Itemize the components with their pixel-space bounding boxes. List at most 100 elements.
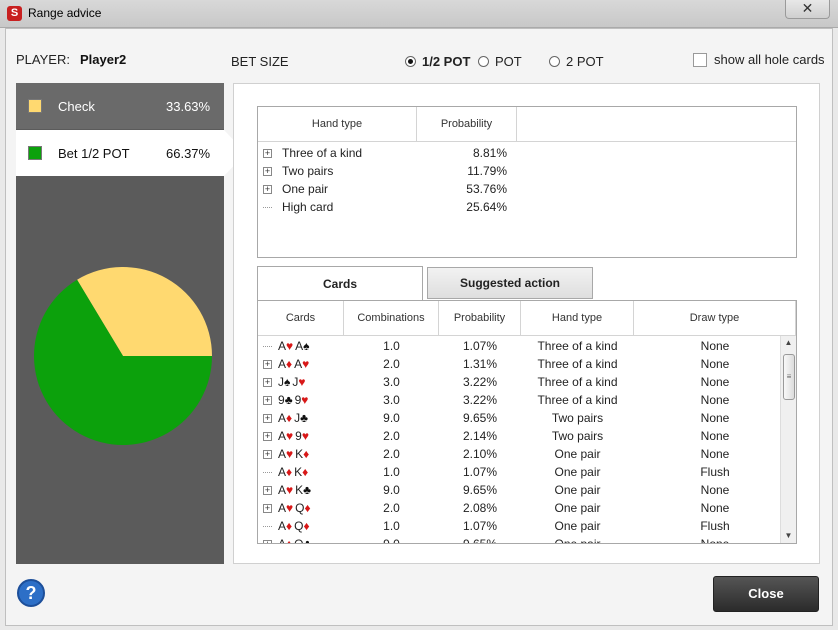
expand-icon[interactable]: + xyxy=(263,377,272,387)
cards-table-row[interactable]: +9 ♣ 9 ♥ 3.0 3.22% Three of a kind None xyxy=(258,391,796,409)
expand-icon[interactable]: + xyxy=(263,503,272,513)
card-rank: A xyxy=(278,483,287,497)
hand-cell: One pair xyxy=(554,501,601,515)
draw-cell: Flush xyxy=(700,465,730,479)
card-rank: A xyxy=(295,339,304,353)
radio-pot[interactable]: POT xyxy=(478,54,522,69)
card-rank: A xyxy=(294,357,303,371)
cards-cell: + A ♥ K ♣ xyxy=(258,483,344,497)
cards-table-row[interactable]: A ♦ K ♦ 1.0 1.07% One pair Flush xyxy=(258,463,796,481)
expand-icon[interactable]: + xyxy=(263,485,272,495)
card-rank: 9 xyxy=(294,393,302,407)
column-header-probability[interactable]: Probability xyxy=(439,301,521,335)
comb-cell: 9.0 xyxy=(383,537,400,544)
card-suit-icon: ♦ xyxy=(286,519,293,533)
radio-2-pot[interactable]: 2 POT xyxy=(549,54,604,69)
prob-cell: 2.14% xyxy=(462,429,498,443)
help-icon[interactable]: ? xyxy=(17,579,45,607)
card-suit-icon: ♥ xyxy=(286,483,294,497)
card-suit-icon: ♦ xyxy=(302,465,309,479)
cards-table-row[interactable]: + A ♥ K ♣ 9.0 9.65% One pair None xyxy=(258,481,796,499)
hand-cell: One pair xyxy=(554,519,601,533)
expand-icon[interactable]: + xyxy=(263,413,272,423)
cards-table-scrollbar[interactable]: ▲ ≡ ▼ xyxy=(780,336,796,543)
scroll-up-icon[interactable]: ▲ xyxy=(781,336,796,350)
action-row-bet-half-pot[interactable]: Bet 1/2 POT 66.37% xyxy=(16,130,224,176)
hand-table-row[interactable]: + Three of a kind 8.81% xyxy=(258,144,796,162)
hand-table-row[interactable]: + One pair 53.76% xyxy=(258,180,796,198)
hand-cell: Two pairs xyxy=(551,411,604,425)
comb-cell: 3.0 xyxy=(383,393,400,407)
expand-icon[interactable]: + xyxy=(263,148,272,158)
comb-cell: 3.0 xyxy=(383,375,400,389)
comb-cell: 1.0 xyxy=(383,339,400,353)
tab-suggested-action[interactable]: Suggested action xyxy=(427,267,593,299)
tree-line xyxy=(263,471,272,473)
cards-table-row[interactable]: + A ♥ K ♦ 2.0 2.10% One pair None xyxy=(258,445,796,463)
hand-table-row[interactable]: + Two pairs 11.79% xyxy=(258,162,796,180)
column-header-hand-type[interactable]: Hand type xyxy=(521,301,634,335)
prob-cell: 1.07% xyxy=(462,339,498,353)
action-label: Check xyxy=(58,98,95,114)
action-row-check[interactable]: Check 33.63% xyxy=(16,83,224,129)
tab-cards[interactable]: Cards xyxy=(257,266,423,301)
probability-cell: 8.81% xyxy=(472,146,507,160)
card-suit-icon: ♥ xyxy=(301,393,309,407)
column-header-combinations[interactable]: Combinations xyxy=(344,301,439,335)
column-header-probability[interactable]: Probability xyxy=(417,107,517,141)
scroll-thumb[interactable]: ≡ xyxy=(783,354,795,400)
cards-table-row[interactable]: + A ♦ J ♣ 9.0 9.65% Two pairs None xyxy=(258,409,796,427)
probability-cell: 25.64% xyxy=(466,200,507,214)
cards-table-row[interactable]: + A ♦ Q ♣ 9.0 9.65% One pair None xyxy=(258,535,796,544)
cards-table-row[interactable]: + A ♦ A ♥ 2.0 1.31% Three of a kind None xyxy=(258,355,796,373)
prob-cell: 9.65% xyxy=(462,483,498,497)
hand-table-body: + Three of a kind 8.81% + Two pairs 11.79% + On… xyxy=(258,142,796,216)
draw-cell: None xyxy=(700,411,730,425)
close-button[interactable]: Close xyxy=(713,576,819,612)
cards-table-row[interactable]: A ♦ Q ♦ 1.0 1.07% One pair Flush xyxy=(258,517,796,535)
column-header-hand-type[interactable]: Hand type xyxy=(258,107,417,141)
comb-cell: 2.0 xyxy=(383,501,400,515)
expand-icon[interactable]: + xyxy=(263,184,272,194)
cards-cell: + J ♠ J ♥ xyxy=(258,375,344,389)
column-header-draw-type[interactable]: Draw type xyxy=(634,301,796,335)
card-suit-icon: ♣ xyxy=(303,483,312,497)
expand-icon[interactable]: + xyxy=(263,431,272,441)
card-suit-icon: ♣ xyxy=(300,411,309,425)
comb-cell: 2.0 xyxy=(383,357,400,371)
cards-table-row[interactable]: + A ♥ 9 ♥ 2.0 2.14% Two pairs None xyxy=(258,427,796,445)
card-rank: Q xyxy=(295,501,305,515)
expand-icon[interactable]: + xyxy=(263,359,272,369)
card-rank: K xyxy=(295,483,304,497)
hand-cell: Three of a kind xyxy=(537,375,618,389)
expand-icon[interactable]: + xyxy=(263,449,272,459)
hand-type-cell: High card xyxy=(282,200,334,214)
app-icon: S xyxy=(7,6,22,21)
show-all-label: show all hole cards xyxy=(714,52,825,67)
cards-cell: A ♦ K ♦ xyxy=(258,465,344,479)
card-suit-icon: ♥ xyxy=(298,375,306,389)
card-suit-icon: ♦ xyxy=(286,411,293,425)
expand-icon[interactable]: + xyxy=(263,166,272,176)
cards-table-row[interactable]: + A ♥ Q ♦ 2.0 2.08% One pair None xyxy=(258,499,796,517)
hand-cell: Three of a kind xyxy=(537,339,618,353)
draw-cell: None xyxy=(700,537,730,544)
cards-table-row[interactable]: + J ♠ J ♥ 3.0 3.22% Three of a kind None xyxy=(258,373,796,391)
show-all-hole-cards-toggle[interactable]: show all hole cards xyxy=(693,52,825,67)
radio-dot xyxy=(478,56,489,67)
expand-icon[interactable]: + xyxy=(263,539,272,543)
hand-cell: Two pairs xyxy=(551,429,604,443)
cards-table-row[interactable]: A ♥ A ♠ 1.0 1.07% Three of a kind None xyxy=(258,337,796,355)
cards-cell: +9 ♣ 9 ♥ xyxy=(258,393,344,407)
card-rank: A xyxy=(278,465,287,479)
scroll-down-icon[interactable]: ▼ xyxy=(781,529,796,543)
expand-icon[interactable]: + xyxy=(263,395,272,405)
radio-half-pot[interactable]: 1/2 POT xyxy=(405,54,470,69)
cards-cell: A ♦ Q ♦ xyxy=(258,519,344,533)
show-all-checkbox[interactable] xyxy=(693,52,707,67)
column-header-cards[interactable]: Cards xyxy=(258,301,344,335)
action-percentage: 66.37% xyxy=(166,145,211,161)
hand-table-row[interactable]: High card 25.64% xyxy=(258,198,796,216)
window-close-icon[interactable]: ✕ xyxy=(785,0,830,19)
tree-line xyxy=(263,206,272,208)
